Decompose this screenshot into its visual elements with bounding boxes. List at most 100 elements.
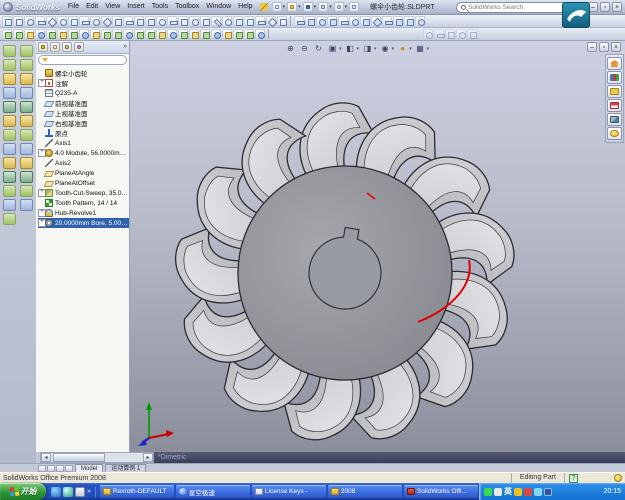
standard-view-icon[interactable] — [382, 16, 392, 26]
zoom-area-icon[interactable]: ⊖ — [299, 43, 310, 54]
feature-tool-icon[interactable] — [90, 29, 100, 39]
side-tool-icon[interactable] — [3, 73, 16, 85]
side-tool-icon[interactable] — [20, 115, 33, 127]
scroll-right-icon[interactable]: ▸ — [143, 453, 153, 462]
sketch-tool-icon[interactable] — [255, 16, 265, 26]
menu-edit[interactable]: Edit — [83, 0, 101, 14]
sketch-tool-icon[interactable] — [244, 16, 254, 26]
display-style-icon[interactable]: ◧ — [345, 43, 356, 54]
standard-view-icon[interactable] — [415, 16, 425, 26]
tab-scroll-button[interactable] — [38, 465, 46, 472]
standard-view-icon[interactable] — [371, 16, 381, 26]
menu-view[interactable]: View — [102, 0, 123, 14]
menu-window[interactable]: Window — [203, 0, 234, 14]
feature-tool-icon[interactable] — [255, 29, 265, 39]
feature-tool-icon[interactable] — [112, 29, 122, 39]
view-orientation-icon[interactable]: ▣ — [327, 43, 338, 54]
doc-minimize-button[interactable]: – — [587, 42, 597, 52]
tree-item-origin[interactable]: 原点 — [38, 128, 129, 138]
feature-tool-icon[interactable] — [156, 29, 166, 39]
sketch-tool-icon[interactable] — [277, 16, 287, 26]
zoom-fit-icon[interactable]: ⊕ — [285, 43, 296, 54]
featuremanager-tab-icon[interactable] — [38, 42, 48, 52]
tab-motion-study[interactable]: 运动算例 1 — [105, 464, 146, 472]
new-document-icon[interactable] — [272, 2, 282, 12]
sketch-tool-icon[interactable] — [222, 16, 232, 26]
side-tool-icon[interactable] — [3, 199, 16, 211]
standard-view-icon[interactable] — [327, 16, 337, 26]
feature-tool-icon[interactable] — [167, 29, 177, 39]
side-tool-icon[interactable] — [20, 59, 33, 71]
side-tool-icon[interactable] — [20, 87, 33, 99]
feature-tool-icon[interactable] — [13, 29, 23, 39]
feature-tool-icon[interactable] — [222, 29, 232, 39]
pencil-icon[interactable] — [260, 3, 268, 11]
search-input[interactable]: SolidWorks Search — [456, 2, 574, 13]
feature-tool-icon[interactable] — [46, 29, 56, 39]
hide-show-icon[interactable]: ◉ — [380, 43, 391, 54]
tab-model[interactable]: Model — [75, 464, 103, 472]
photoworks-icon[interactable] — [607, 113, 622, 126]
side-tool-icon[interactable] — [20, 199, 33, 211]
tree-item-tooth-pattern[interactable]: Tooth Pattern, 14 / 14 — [38, 198, 129, 208]
tab-scroll-button[interactable] — [56, 465, 64, 472]
scrollbar-thumb[interactable] — [53, 453, 105, 462]
tray-antivirus-icon[interactable] — [484, 488, 492, 496]
sketch-tool-icon[interactable] — [156, 16, 166, 26]
side-tool-icon[interactable] — [3, 59, 16, 71]
rebuild-icon[interactable] — [349, 2, 359, 12]
menu-toolbox[interactable]: Toolbox — [172, 0, 202, 14]
side-tool-icon[interactable] — [3, 171, 16, 183]
feature-tool-icon[interactable] — [79, 29, 89, 39]
standard-view-icon[interactable] — [316, 16, 326, 26]
side-tool-icon[interactable] — [20, 129, 33, 141]
taskbar-button-license-keys[interactable]: License Keys - — [252, 485, 326, 498]
dimxpert-tab-icon[interactable] — [74, 42, 84, 52]
media-player-icon[interactable] — [63, 487, 73, 497]
rotate-view-icon[interactable]: ↻ — [313, 43, 324, 54]
sketch-tool-icon[interactable] — [211, 16, 221, 26]
side-tool-icon[interactable] — [3, 157, 16, 169]
quick-launch-overflow-icon[interactable]: » — [87, 488, 91, 495]
tree-item-bore[interactable]: 20.0000mm Bore, 5.0000 ... — [38, 218, 129, 228]
feature-tool-icon[interactable] — [35, 29, 45, 39]
side-tool-icon[interactable] — [20, 171, 33, 183]
tray-volume-icon[interactable] — [534, 488, 542, 496]
tree-item-plane-at-offset[interactable]: PlaneAtOffset — [38, 178, 129, 188]
standard-view-icon[interactable] — [404, 16, 414, 26]
menu-tools[interactable]: Tools — [149, 0, 171, 14]
solidworks-resources-icon[interactable] — [607, 57, 622, 70]
sketch-tool-icon[interactable] — [200, 16, 210, 26]
tree-root[interactable]: 螺伞小齿轮 — [38, 68, 129, 78]
feature-tool-icon[interactable] — [123, 29, 133, 39]
feature-tool-icon[interactable] — [145, 29, 155, 39]
tree-item-axis2[interactable]: Axis2 — [38, 158, 129, 168]
appearance-icon[interactable]: ● — [397, 43, 408, 54]
menu-insert[interactable]: Insert — [124, 0, 148, 14]
configurationmanager-tab-icon[interactable] — [62, 42, 72, 52]
open-icon[interactable] — [287, 2, 297, 12]
sketch-tool-icon[interactable] — [79, 16, 89, 26]
taskbar-button-solidworks[interactable]: SolidWorks Offi... — [404, 485, 478, 498]
feature-tool-icon[interactable] — [178, 29, 188, 39]
feature-tool-icon[interactable] — [244, 29, 254, 39]
sketch-tool-icon[interactable] — [24, 16, 34, 26]
tray-icon[interactable] — [524, 488, 532, 496]
show-desktop-icon[interactable] — [75, 487, 85, 497]
tree-item-plane-at-angle[interactable]: PlaneAtAngle — [38, 168, 129, 178]
design-library-icon[interactable] — [607, 71, 622, 84]
doc-restore-button[interactable]: ▫ — [599, 42, 609, 52]
close-button[interactable]: × — [612, 2, 622, 12]
gear-model[interactable] — [130, 41, 625, 452]
sketch-tool-icon[interactable] — [112, 16, 122, 26]
sketch-tool-icon[interactable] — [57, 16, 67, 26]
quick-tips-icon[interactable]: ? — [569, 474, 578, 483]
tray-network-icon[interactable] — [544, 488, 552, 496]
feature-tool-icon[interactable] — [233, 29, 243, 39]
tree-item-material[interactable]: Q235-A — [38, 88, 129, 98]
restore-button[interactable]: ▫ — [600, 2, 610, 12]
sketch-tool-icon[interactable] — [13, 16, 23, 26]
taskbar-button-rexroth[interactable]: Rexroth-DEFAULT — [100, 485, 174, 498]
propertymanager-tab-icon[interactable] — [50, 42, 60, 52]
side-tool-icon[interactable] — [20, 157, 33, 169]
